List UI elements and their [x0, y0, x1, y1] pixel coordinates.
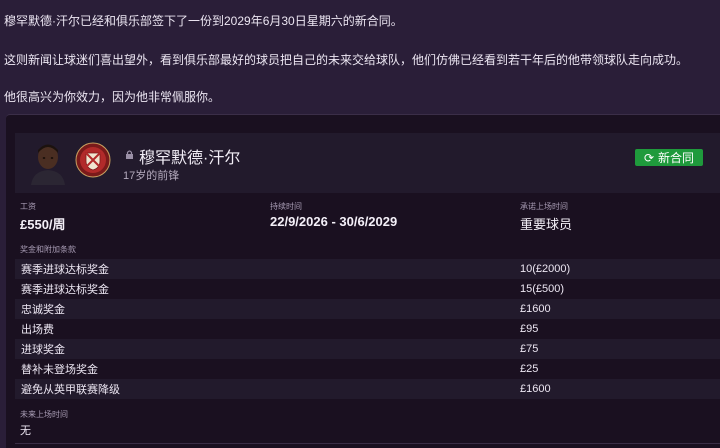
news-line-3: 他很高兴为你效力，因为他非常佩服你。 [4, 90, 221, 104]
bonus-header: 奖金和附加条款 [20, 245, 76, 254]
player-header: 穆罕默德·汗尔 17岁的前锋 ⟳ 新合同 [15, 133, 720, 193]
bonus-value: £95 [520, 323, 539, 335]
new-contract-button[interactable]: ⟳ 新合同 [635, 149, 703, 166]
player-avatar[interactable] [29, 141, 67, 185]
player-subtitle: 17岁的前锋 [123, 170, 180, 182]
playing-time-value: 重要球员 [520, 217, 573, 232]
bonus-name: 出场费 [21, 324, 54, 336]
bonus-value: £25 [520, 363, 539, 375]
contract-card: 穆罕默德·汗尔 17岁的前锋 ⟳ 新合同 工资 £550/周 持续时间 22/9… [6, 114, 720, 448]
list-item: 避免从英甲联赛降级 £1600 [15, 379, 720, 399]
bonus-name: 避免从英甲联赛降级 [21, 384, 120, 396]
wage-label: 工资 [20, 202, 36, 211]
list-item: 进球奖金 £75 [15, 339, 720, 359]
bonus-value: £1600 [520, 303, 551, 315]
bonus-name: 进球奖金 [21, 344, 65, 356]
lock-icon [126, 150, 133, 159]
bonus-name: 赛季进球达标奖金 [21, 284, 109, 296]
bonus-value: 15(£500) [520, 283, 565, 295]
news-line-2: 这则新闻让球迷们喜出望外，看到俱乐部最好的球员把自己的未来交给球队，他们仿佛已经… [4, 53, 689, 67]
future-playing-time-value: 无 [20, 425, 31, 437]
bonus-value: 10(£2000) [520, 263, 571, 275]
list-item: 替补未登场奖金 £25 [15, 359, 720, 379]
bonus-name: 忠诚奖金 [21, 304, 65, 316]
duration-value: 22/9/2026 - 30/6/2029 [270, 214, 398, 229]
club-crest-icon[interactable] [75, 142, 111, 178]
news-line-1: 穆罕默德·汗尔已经和俱乐部签下了一份到2029年6月30日星期六的新合同。 [4, 14, 403, 28]
list-item: 赛季进球达标奖金 15(£500) [15, 279, 720, 299]
bonus-value: £1600 [520, 383, 551, 395]
playing-time-label: 承诺上场时间 [520, 202, 568, 211]
player-name[interactable]: 穆罕默德·汗尔 [139, 144, 240, 168]
bonus-value: £75 [520, 343, 539, 355]
bonus-list: 赛季进球达标奖金 10(£2000) 赛季进球达标奖金 15(£500) 忠诚奖… [15, 259, 720, 399]
bonus-name: 替补未登场奖金 [21, 364, 98, 376]
divider [15, 443, 720, 444]
future-playing-time-label: 未来上场时间 [20, 410, 68, 419]
list-item: 赛季进球达标奖金 10(£2000) [15, 259, 720, 279]
duration-label: 持续时间 [270, 202, 302, 211]
new-contract-label: 新合同 [658, 151, 695, 165]
list-item: 忠诚奖金 £1600 [15, 299, 720, 319]
refresh-icon: ⟳ [643, 150, 655, 165]
list-item: 出场费 £95 [15, 319, 720, 339]
bonus-name: 赛季进球达标奖金 [21, 264, 109, 276]
wage-value: £550/周 [20, 217, 66, 232]
